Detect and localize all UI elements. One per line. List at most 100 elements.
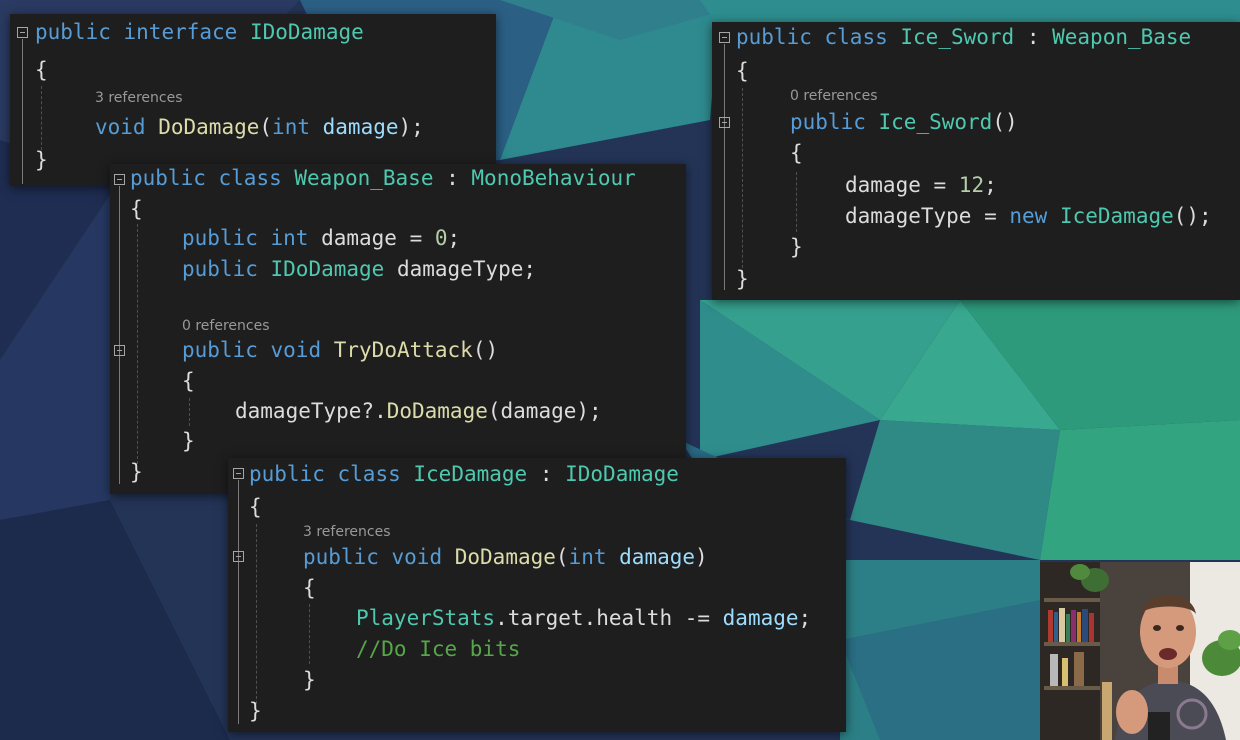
code-token: (damage);: [487, 399, 602, 423]
code-token: public: [736, 25, 812, 49]
code-token: public: [303, 545, 379, 569]
code-line: {: [303, 576, 316, 600]
code-token: //Do Ice bits: [356, 637, 521, 661]
code-token: }: [736, 267, 749, 291]
code-token: damage =: [308, 226, 435, 250]
code-token: PlayerStats: [356, 606, 496, 630]
code-token: public: [182, 257, 258, 281]
indent-guide: [256, 524, 257, 704]
code-token: void: [95, 115, 146, 139]
code-line: public int damage = 0;: [182, 226, 460, 250]
code-line: {: [182, 369, 195, 393]
code-token: {: [35, 58, 48, 82]
references-codelens[interactable]: 0 references: [182, 317, 270, 335]
collapse-minus-icon[interactable]: [114, 345, 125, 356]
collapse-minus-icon[interactable]: [17, 27, 28, 38]
code-token: MonoBehaviour: [471, 166, 636, 190]
code-token: public: [182, 338, 258, 362]
code-token: new: [1009, 204, 1048, 228]
code-line: damageType = new IceDamage();: [845, 204, 1212, 228]
code-token: class: [337, 462, 401, 486]
code-token: int: [568, 545, 607, 569]
code-panel-ice-damage: public class IceDamage : IDoDamage { 3 r…: [228, 458, 846, 732]
code-token: IceDamage: [1059, 204, 1174, 228]
code-line: void DoDamage(int damage);: [95, 115, 424, 139]
code-token: damage: [619, 545, 696, 569]
code-line: public IDoDamage damageType;: [182, 257, 536, 281]
code-token: DoDamage: [386, 399, 488, 423]
fold-guide-line: [119, 357, 120, 449]
code-token: public: [35, 20, 111, 44]
code-token: (): [472, 338, 499, 362]
indent-guide: [189, 398, 190, 426]
code-token: Ice_Sword: [878, 110, 993, 134]
code-token: Weapon_Base: [1052, 25, 1192, 49]
collapse-minus-icon[interactable]: [719, 117, 730, 128]
code-token: );: [398, 115, 424, 139]
indent-guide: [41, 86, 42, 150]
code-panel-weapon-base: public class Weapon_Base : MonoBehaviour…: [110, 164, 686, 494]
code-token: Ice_Sword: [900, 25, 1015, 49]
code-token: .target.health -=: [495, 606, 723, 630]
code-line: }: [790, 235, 803, 259]
code-line: public class Ice_Sword : Weapon_Base: [736, 25, 1191, 49]
code-line: damageType?.DoDamage(damage);: [235, 399, 602, 423]
code-token: IDoDamage: [270, 257, 385, 281]
code-token: void: [391, 545, 443, 569]
code-line: public interface IDoDamage: [35, 20, 364, 44]
code-token: damage: [722, 606, 799, 630]
collapse-minus-icon[interactable]: [114, 174, 125, 185]
code-line: {: [130, 197, 143, 221]
code-token: Weapon_Base: [294, 166, 434, 190]
code-line: PlayerStats.target.health -= damage;: [356, 606, 811, 630]
code-token: int: [270, 226, 309, 250]
code-token: public: [790, 110, 866, 134]
code-token: IDoDamage: [249, 20, 364, 44]
collapse-minus-icon[interactable]: [233, 468, 244, 479]
code-token: damage =: [845, 173, 959, 197]
code-line: //Do Ice bits: [356, 637, 520, 661]
code-token: }: [182, 429, 195, 453]
code-token: ;: [447, 226, 461, 250]
code-token: class: [824, 25, 888, 49]
code-token: }: [35, 148, 48, 172]
code-token: ): [695, 545, 708, 569]
references-codelens[interactable]: 3 references: [95, 89, 183, 107]
code-line: }: [130, 460, 143, 484]
code-token: ();: [1173, 204, 1212, 228]
code-token: 12: [958, 173, 985, 197]
code-token: }: [130, 460, 143, 484]
code-token: 0: [434, 226, 448, 250]
code-token: (: [555, 545, 569, 569]
code-token: }: [303, 668, 316, 692]
code-token: public: [182, 226, 258, 250]
indent-guide: [742, 88, 743, 278]
code-token: {: [736, 59, 749, 83]
code-token: public: [249, 462, 325, 486]
code-token: {: [182, 369, 195, 393]
indent-guide: [309, 604, 310, 664]
code-token: {: [130, 197, 143, 221]
code-line: damage = 12;: [845, 173, 997, 197]
code-token: interface: [123, 20, 238, 44]
references-codelens[interactable]: 0 references: [790, 87, 878, 105]
collapse-minus-icon[interactable]: [719, 32, 730, 43]
collapse-minus-icon[interactable]: [233, 551, 244, 562]
code-panel-idodamage: public interface IDoDamage { 3 reference…: [10, 14, 496, 186]
code-line: public void TryDoAttack(): [182, 338, 498, 362]
code-token: void: [270, 338, 322, 362]
code-token: :: [433, 166, 472, 190]
code-line: public Ice_Sword(): [790, 110, 1018, 134]
presenter-video-image: [1040, 562, 1240, 740]
code-line: public class Weapon_Base : MonoBehaviour: [130, 166, 636, 190]
references-codelens[interactable]: 3 references: [303, 523, 391, 541]
